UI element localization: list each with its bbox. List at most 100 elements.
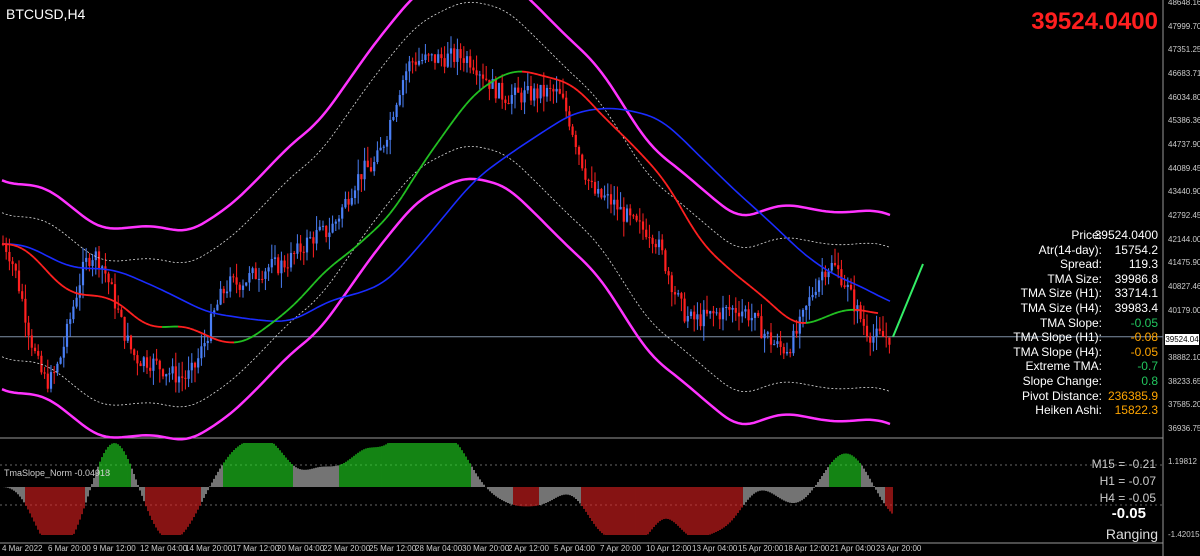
candle-body (469, 56, 472, 68)
candle-body (315, 230, 318, 244)
candle-body (574, 134, 577, 148)
candle-body (312, 237, 315, 244)
tma-midline (269, 320, 275, 326)
candle-body (145, 357, 149, 368)
tma-midline (573, 87, 579, 92)
candle-body (97, 251, 101, 269)
candle-body (161, 369, 165, 377)
candle-body (875, 328, 878, 337)
time-tick: 4 Mar 2022 (2, 544, 43, 553)
candle-body (792, 330, 795, 354)
info-label: Heiken Ashi: (1035, 403, 1102, 418)
indicator-scale-top: 1.19812 (1168, 457, 1197, 466)
info-row: Price: 39524.0400 (980, 228, 1160, 243)
candle-body (667, 271, 670, 276)
candle-body (49, 372, 53, 389)
tma-midline (541, 74, 547, 78)
info-label: Pivot Distance: (1021, 388, 1102, 403)
info-label: Atr(14-day): (1038, 242, 1102, 257)
tma-midline (141, 320, 147, 325)
candle-body (344, 198, 347, 208)
candle-body (747, 309, 750, 321)
candle-body (78, 285, 81, 298)
candle-body (613, 199, 616, 205)
candle-body (33, 347, 37, 352)
tma-midline (325, 266, 331, 272)
chart-symbol-label: BTCUSD,H4 (6, 6, 86, 22)
candle-body (152, 358, 155, 371)
tma-midline (713, 254, 719, 260)
candle-body (773, 344, 776, 346)
candle-body (766, 332, 769, 334)
candle-body (520, 92, 523, 103)
tma-midline (769, 302, 775, 308)
tma-midline (329, 263, 335, 269)
tma-midline (733, 272, 739, 278)
tma-midline (533, 72, 539, 76)
tma-midline (377, 221, 383, 228)
time-tick: 30 Mar 20:00 (462, 544, 510, 553)
info-value: -0.08 (1130, 330, 1158, 345)
candle-body (238, 284, 241, 290)
candle-body (264, 271, 267, 279)
slow-moving-average (2, 107, 891, 322)
candle-body (174, 366, 177, 383)
candle-body (165, 374, 168, 377)
candle-body (353, 190, 357, 199)
candle-body (270, 258, 273, 268)
info-label: Spread: (1059, 257, 1102, 272)
tma-midline (837, 310, 843, 314)
candle-body (590, 180, 593, 182)
candle-body (449, 48, 453, 54)
time-tick: 25 Mar 12:00 (369, 544, 417, 553)
info-row: Spread: 119.3 (980, 257, 1160, 272)
candle-body (478, 74, 481, 76)
candle-body (350, 198, 353, 205)
info-value: -0.05 (1130, 344, 1158, 359)
candle-body (709, 311, 712, 314)
projection-line (892, 263, 924, 338)
candle-body (769, 332, 773, 345)
candle-body (379, 147, 382, 151)
candle-body (593, 181, 597, 194)
tma-midline (645, 158, 651, 165)
candle-body (417, 60, 421, 65)
tma-midline (237, 340, 243, 343)
tma-midline (637, 150, 643, 156)
tma-midline (629, 141, 635, 148)
candle-body (280, 260, 283, 274)
tma-midline (841, 309, 847, 313)
time-tick: 28 Mar 04:00 (415, 544, 463, 553)
candle-body (715, 312, 718, 314)
tma-midline (797, 321, 803, 324)
candle-body (17, 270, 21, 292)
price-tick: 38233.65 (1168, 376, 1200, 386)
price-tick: 47999.70 (1168, 21, 1200, 31)
candle-body (395, 104, 398, 117)
tma-midline (9, 243, 15, 247)
tma-midline (873, 311, 879, 315)
candle-body (878, 328, 881, 332)
tma-midline (697, 235, 703, 242)
candle-body (760, 316, 763, 339)
candle-body (625, 208, 629, 222)
tma-midline (361, 237, 367, 242)
candle-body (5, 244, 8, 252)
tma-midline (545, 75, 551, 79)
info-row: Atr(14-day): 15754.2 (980, 243, 1160, 258)
candle-body (85, 257, 88, 262)
candle-body (446, 53, 449, 67)
candle-body (459, 49, 462, 59)
tma-midline (601, 114, 607, 120)
candle-body (401, 80, 405, 96)
candle-body (72, 306, 75, 320)
candle-body (795, 330, 798, 334)
price-tick: 44737.90 (1168, 140, 1200, 149)
candle-body (267, 267, 270, 272)
tma-midline (737, 275, 743, 281)
candle-body (523, 90, 526, 103)
tma-midline (461, 103, 467, 110)
tma-midline (669, 189, 675, 197)
tma-midline (673, 195, 679, 204)
candle-body (219, 288, 222, 305)
